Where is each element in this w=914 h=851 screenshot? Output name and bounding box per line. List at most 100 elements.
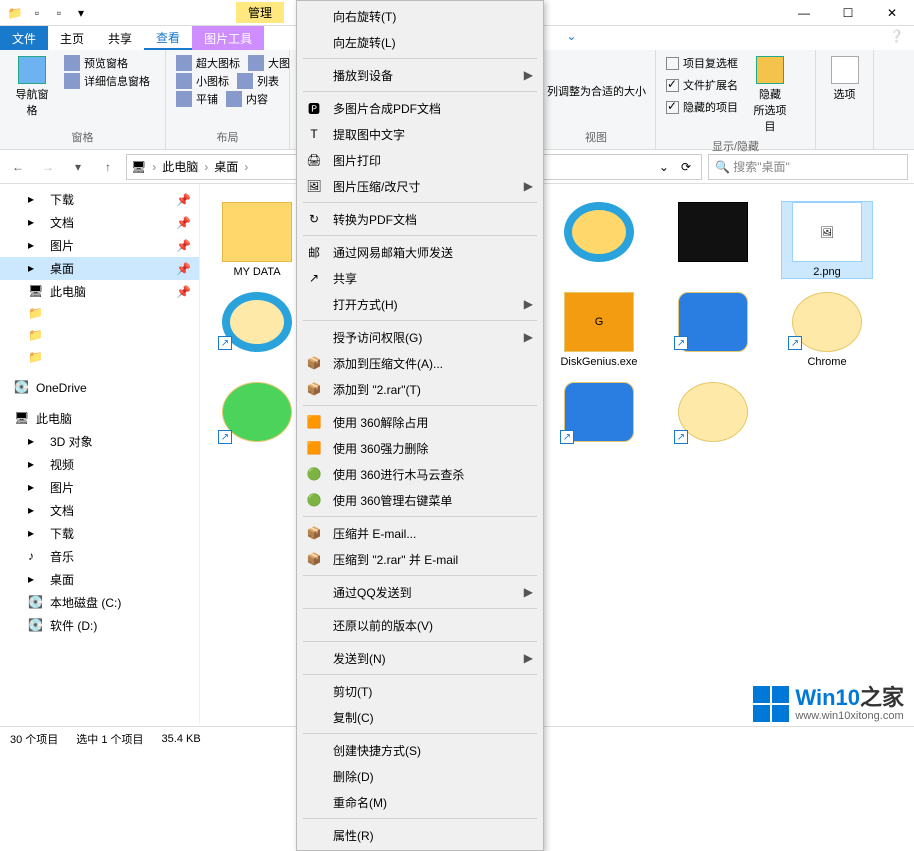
ctx-item[interactable]: 🖼图片压缩/改尺寸▶ bbox=[299, 173, 541, 199]
nav-item-f2[interactable]: 📁 bbox=[0, 325, 199, 347]
ctx-item[interactable]: 📦压缩并 E-mail... bbox=[299, 520, 541, 546]
nav-pane-button[interactable]: 导航窗格 bbox=[8, 54, 56, 120]
ctx-item[interactable]: 播放到设备▶ bbox=[299, 62, 541, 88]
nav-item-dl2[interactable]: ▸下载 bbox=[0, 522, 199, 545]
ctx-item[interactable]: 删除(D) bbox=[299, 763, 541, 789]
crumb-desktop[interactable]: 桌面 bbox=[214, 158, 238, 175]
ctx-item[interactable]: ↗共享 bbox=[299, 265, 541, 291]
ctx-item[interactable]: 剪切(T) bbox=[299, 678, 541, 704]
tab-picture-tools[interactable]: 图片工具 bbox=[192, 26, 264, 50]
chk-item-checkboxes[interactable]: 项目复选框 bbox=[664, 54, 740, 72]
ctx-item[interactable]: 🖨图片打印 bbox=[299, 147, 541, 173]
tab-file[interactable]: 文件 bbox=[0, 26, 48, 50]
nav-item-thispc2[interactable]: 🖥此电脑 bbox=[0, 407, 199, 430]
nav-item-docs[interactable]: ▸文档📌 bbox=[0, 211, 199, 234]
nav-item-video[interactable]: ▸视频 bbox=[0, 453, 199, 476]
file-item[interactable]: ↗ bbox=[668, 382, 758, 462]
nav-item-pics[interactable]: ▸图片📌 bbox=[0, 234, 199, 257]
nav-pane-label: 导航窗格 bbox=[12, 86, 52, 118]
hide-icon bbox=[756, 56, 784, 84]
tab-home[interactable]: 主页 bbox=[48, 26, 96, 50]
layout-xl[interactable]: 超大图标大图 bbox=[174, 54, 292, 72]
ctx-item[interactable]: 创建快捷方式(S) bbox=[299, 737, 541, 763]
ctx-item[interactable]: 邮通过网易邮箱大师发送 bbox=[299, 239, 541, 265]
ctx-item[interactable]: 🅿多图片合成PDF文档 bbox=[299, 95, 541, 121]
ctx-item[interactable]: 🟧使用 360强力删除 bbox=[299, 435, 541, 461]
recent-dropdown[interactable]: ▾ bbox=[66, 155, 90, 179]
back-button[interactable]: ← bbox=[6, 155, 30, 179]
ctx-item[interactable]: 🟧使用 360解除占用 bbox=[299, 409, 541, 435]
nav-item-ddrive[interactable]: 💽软件 (D:) bbox=[0, 614, 199, 637]
hide-selected-button[interactable]: 隐藏 所选项目 bbox=[746, 54, 794, 136]
file-item[interactable]: ↗ bbox=[212, 382, 302, 462]
ctx-item[interactable]: 打开方式(H)▶ bbox=[299, 291, 541, 317]
tab-view[interactable]: 查看 bbox=[144, 26, 192, 50]
maximize-button[interactable]: ☐ bbox=[826, 0, 870, 26]
ctx-item[interactable]: 🟢使用 360进行木马云查杀 bbox=[299, 461, 541, 487]
close-button[interactable]: ✕ bbox=[870, 0, 914, 26]
file-item[interactable]: MY DATA bbox=[212, 202, 302, 278]
nav-item-desk2[interactable]: ▸桌面 bbox=[0, 568, 199, 591]
ctx-item[interactable]: 发送到(N)▶ bbox=[299, 645, 541, 671]
help-icon[interactable]: ❔ bbox=[879, 26, 914, 50]
minimize-button[interactable]: — bbox=[782, 0, 826, 26]
nav-item-pics2[interactable]: ▸图片 bbox=[0, 476, 199, 499]
ctx-item[interactable]: T提取图中文字 bbox=[299, 121, 541, 147]
chk-hidden-items[interactable]: 隐藏的项目 bbox=[664, 98, 740, 116]
ctx-icon bbox=[305, 33, 323, 51]
ctx-item[interactable]: 属性(R) bbox=[299, 822, 541, 848]
folder-icon: ▸ bbox=[28, 238, 44, 254]
ctx-item[interactable]: 向右旋转(T) bbox=[299, 3, 541, 29]
nav-item-f3[interactable]: 📁 bbox=[0, 347, 199, 369]
nav-item-f1[interactable]: 📁 bbox=[0, 303, 199, 325]
nav-item-docs2[interactable]: ▸文档 bbox=[0, 499, 199, 522]
fit-columns-button[interactable]: 列调整为合适的大小 bbox=[545, 82, 648, 100]
file-thumb bbox=[678, 202, 748, 262]
file-item[interactable]: ↗ bbox=[212, 292, 302, 368]
ctx-item[interactable]: 📦添加到 "2.rar"(T) bbox=[299, 376, 541, 402]
dropdown-icon[interactable]: ▾ bbox=[72, 4, 90, 22]
forward-button[interactable]: → bbox=[36, 155, 60, 179]
navigation-pane[interactable]: ▸下载📌▸文档📌▸图片📌▸桌面📌🖥此电脑📌📁 📁 📁 💽OneDrive🖥此电脑… bbox=[0, 184, 200, 724]
ctx-item[interactable]: 还原以前的版本(V) bbox=[299, 612, 541, 638]
ctx-item[interactable]: 向左旋转(L) bbox=[299, 29, 541, 55]
ctx-item[interactable]: 📦压缩到 "2.rar" 并 E-mail bbox=[299, 546, 541, 572]
nav-item-thispc[interactable]: 🖥此电脑📌 bbox=[0, 280, 199, 303]
shortcut-overlay-icon: ↗ bbox=[788, 336, 802, 350]
crumb-pc[interactable]: 此电脑 bbox=[162, 158, 198, 175]
addr-dropdown-icon[interactable]: ⌄ bbox=[659, 160, 669, 174]
nav-item-3d[interactable]: ▸3D 对象 bbox=[0, 430, 199, 453]
file-item[interactable] bbox=[554, 202, 644, 278]
file-item[interactable]: ↗ bbox=[554, 382, 644, 462]
nav-item-desktop[interactable]: ▸桌面📌 bbox=[0, 257, 199, 280]
file-item[interactable] bbox=[668, 202, 758, 278]
ctx-item[interactable]: ↻转换为PDF文档 bbox=[299, 206, 541, 232]
layout-tile[interactable]: 平铺内容 bbox=[174, 90, 270, 108]
ctx-icon: 🟧 bbox=[305, 413, 323, 431]
nav-item-cdrive[interactable]: 💽本地磁盘 (C:) bbox=[0, 591, 199, 614]
options-button[interactable]: 选项 bbox=[824, 54, 865, 104]
file-item[interactable]: 🖼2.png bbox=[782, 202, 872, 278]
file-item[interactable]: GDiskGenius.exe bbox=[554, 292, 644, 368]
ctx-item[interactable]: 🟢使用 360管理右键菜单 bbox=[299, 487, 541, 513]
refresh-icon[interactable]: ⟳ bbox=[675, 160, 697, 174]
ctx-item[interactable]: 复制(C) bbox=[299, 704, 541, 730]
ctx-item[interactable]: 通过QQ发送到▶ bbox=[299, 579, 541, 605]
file-item[interactable]: ↗ bbox=[668, 292, 758, 368]
nav-item-downloads[interactable]: ▸下载📌 bbox=[0, 188, 199, 211]
up-button[interactable]: ↑ bbox=[96, 155, 120, 179]
nav-item-music[interactable]: ♪音乐 bbox=[0, 545, 199, 568]
chk-file-ext[interactable]: 文件扩展名 bbox=[664, 76, 740, 94]
ctx-item[interactable]: 📦添加到压缩文件(A)... bbox=[299, 350, 541, 376]
details-pane-button[interactable]: 详细信息窗格 bbox=[62, 72, 152, 90]
ctx-item[interactable]: 授予访问权限(G)▶ bbox=[299, 324, 541, 350]
layout-sm[interactable]: 小图标列表 bbox=[174, 72, 281, 90]
search-input[interactable]: 🔍 搜索"桌面" bbox=[708, 154, 908, 180]
preview-pane-button[interactable]: 预览窗格 bbox=[62, 54, 152, 72]
folder-icon: 🖥 bbox=[14, 411, 30, 427]
collapse-ribbon-icon[interactable]: ⌄ bbox=[557, 26, 587, 50]
ctx-item[interactable]: 重命名(M) bbox=[299, 789, 541, 815]
nav-item-onedrive[interactable]: 💽OneDrive bbox=[0, 377, 199, 399]
tab-share[interactable]: 共享 bbox=[96, 26, 144, 50]
file-item[interactable]: ↗Chrome bbox=[782, 292, 872, 368]
